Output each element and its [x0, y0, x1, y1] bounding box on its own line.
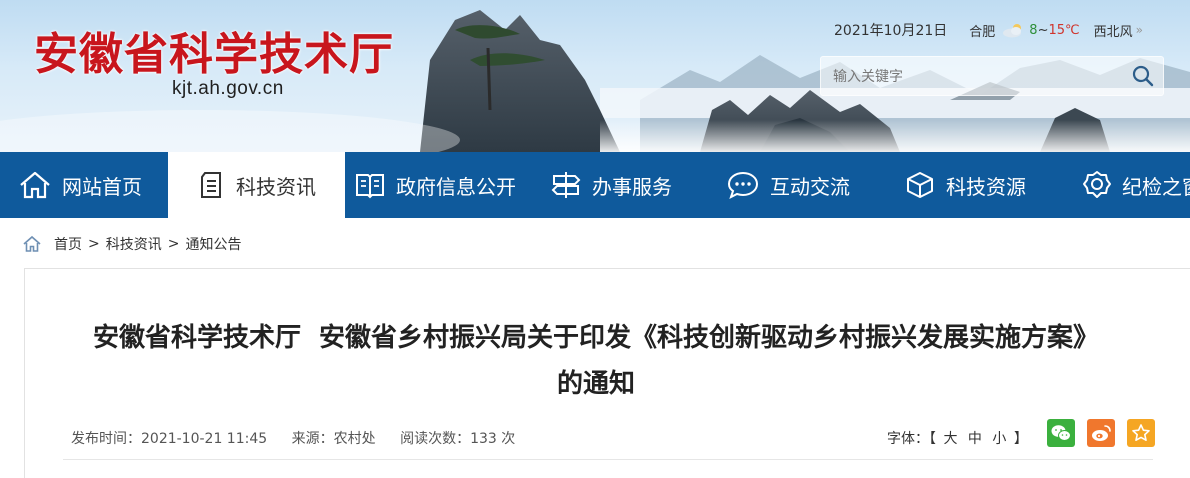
search-input[interactable]	[831, 65, 1125, 89]
nav-label-home: 网站首页	[62, 174, 142, 199]
temperature-high: 15℃	[1048, 22, 1080, 38]
nav-item-services[interactable]: 办事服务	[550, 152, 672, 218]
article-title-line2: 的通知	[556, 369, 635, 399]
search-box	[820, 56, 1164, 96]
font-size-large-button[interactable]: 大	[943, 431, 957, 447]
home-icon	[20, 171, 50, 199]
share-wechat-button[interactable]	[1047, 419, 1075, 447]
nav-label-tech-resources: 科技资源	[946, 174, 1026, 199]
view-count: 阅读次数：133 次	[400, 431, 516, 447]
nav-label-services: 办事服务	[592, 174, 672, 199]
date-weather-bar: 2021年10月21日 合肥 8 ~ 15℃ 西北风 »	[834, 20, 1143, 40]
article-source: 来源：农村处	[291, 431, 376, 447]
font-size-switcher: 字体：【 大 中 小 】	[887, 428, 1028, 448]
font-size-medium-button[interactable]: 中	[968, 431, 982, 447]
star-icon	[1132, 424, 1150, 441]
header-banner: 安徽省科学技术厅 kjt.ah.gov.cn 2021年10月21日 合肥 8 …	[0, 0, 1190, 152]
wechat-icon	[1051, 425, 1071, 441]
current-date: 2021年10月21日	[834, 23, 948, 39]
breadcrumb-notices-link[interactable]: 通知公告	[185, 234, 241, 254]
article-meta: 发布时间：2021-10-21 11:45 来源：农村处 阅读次数：133 次	[71, 428, 535, 448]
font-size-small-button[interactable]: 小	[992, 431, 1006, 447]
book-icon	[356, 174, 384, 199]
nav-item-tech-resources[interactable]: 科技资源	[904, 152, 1026, 218]
main-nav: 网站首页 科技资讯 政府信息公开 办事服务 互动交流 科技资源 纪检之	[0, 152, 1190, 218]
temperature-low: 8	[1029, 22, 1038, 38]
home-icon	[23, 235, 41, 252]
article-panel: 安徽省科学技术厅 安徽省乡村振兴局关于印发《科技创新驱动乡村振兴发展实施方案》 …	[24, 268, 1190, 478]
temperature-separator: ~	[1037, 22, 1049, 38]
publish-time: 发布时间：2021-10-21 11:45	[71, 431, 268, 447]
breadcrumb-home-link[interactable]: 首页	[54, 234, 82, 254]
font-size-label: 字体：【	[887, 431, 936, 447]
cloud-icon	[1003, 24, 1022, 38]
favorite-button[interactable]	[1127, 419, 1155, 447]
wind-direction: 西北风	[1093, 24, 1133, 40]
weather-city: 合肥	[969, 24, 996, 40]
site-domain: kjt.ah.gov.cn	[172, 78, 284, 99]
double-chevron-right-icon[interactable]: »	[1136, 23, 1143, 37]
nav-item-interaction[interactable]: 互动交流	[726, 152, 850, 218]
breadcrumb-tech-news-link[interactable]: 科技资讯	[106, 234, 162, 254]
nav-label-gov-info: 政府信息公开	[396, 174, 516, 199]
chat-icon	[727, 171, 759, 199]
share-weibo-button[interactable]	[1087, 419, 1115, 447]
breadcrumb: 首页 > 科技资讯 > 通知公告	[22, 234, 241, 254]
nav-label-interaction: 互动交流	[770, 174, 850, 199]
weibo-icon	[1092, 425, 1111, 441]
nav-label-tech-news: 科技资讯	[236, 174, 316, 199]
meta-divider	[63, 459, 1153, 460]
breadcrumb-separator: >	[88, 236, 100, 252]
site-title: 安徽省科学技术厅	[34, 29, 394, 80]
breadcrumb-separator: >	[167, 236, 180, 252]
nav-item-gov-info[interactable]: 政府信息公开	[354, 152, 516, 218]
nav-item-discipline[interactable]: 纪检之窗	[1082, 152, 1190, 218]
nav-label-discipline: 纪检之窗	[1122, 174, 1190, 199]
search-icon[interactable]	[1131, 64, 1155, 88]
article-title-line1: 安徽省科学技术厅 安徽省乡村振兴局关于印发《科技创新驱动乡村振兴发展实施方案》	[92, 323, 1100, 353]
nav-item-home[interactable]: 网站首页	[18, 152, 142, 218]
nav-item-tech-news[interactable]: 科技资讯	[168, 152, 345, 218]
badge-icon	[1083, 171, 1111, 198]
signpost-icon	[551, 172, 581, 198]
cube-icon	[907, 172, 933, 198]
font-size-bracket-end: 】	[1013, 431, 1028, 447]
document-icon	[201, 172, 221, 198]
